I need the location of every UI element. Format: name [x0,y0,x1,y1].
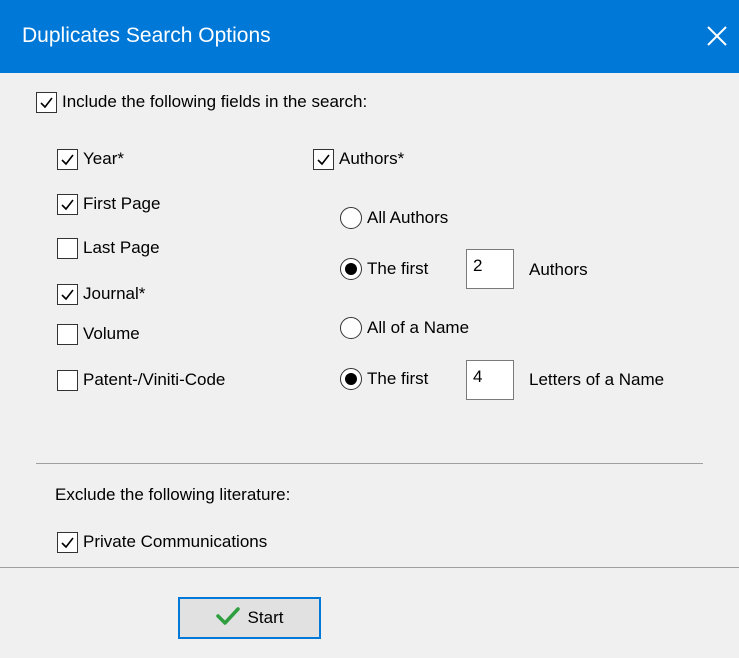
checkbox-box [313,148,334,170]
all-authors-label: All Authors [367,208,449,227]
window-title: Duplicates Search Options [22,24,271,47]
all-of-name-label: All of a Name [367,318,470,337]
first-page-checkbox[interactable]: First Page [57,191,160,217]
private-communications-label: Private Communications [83,532,268,551]
start-button-label: Start [247,608,284,627]
all-authors-radio[interactable]: All Authors [340,205,448,231]
radio-circle [340,207,362,229]
first-n-authors-label: The first [367,259,429,278]
start-button[interactable]: Start [178,597,321,639]
checkbox-box [57,369,78,391]
checkbox-box [57,193,78,215]
all-of-name-radio[interactable]: All of a Name [340,315,469,341]
private-communications-checkbox[interactable]: Private Communications [57,529,267,555]
authors-count-input[interactable]: 2 [466,249,514,289]
patent-viniti-code-checkbox[interactable]: Patent-/Viniti-Code [57,367,225,393]
include-fields-label: Include the following fields in the sear… [62,92,368,111]
letters-count-input[interactable]: 4 [466,360,514,400]
letters-suffix-label: Letters of a Name [529,370,665,389]
journal-checkbox[interactable]: Journal* [57,281,145,307]
first-page-label: First Page [83,194,161,213]
journal-label: Journal* [83,284,146,303]
authors-label: Authors* [339,149,405,168]
first-n-authors-radio[interactable]: The first [340,256,428,282]
section-divider [36,463,703,464]
authors-suffix-label: Authors [529,260,588,279]
checkbox-box [57,531,78,553]
radio-circle [340,368,362,390]
exclude-label: Exclude the following literature: [55,485,291,504]
duplicates-search-dialog: Duplicates Search Options Include the fo… [0,0,739,658]
volume-label: Volume [83,324,140,343]
checkbox-box [57,283,78,305]
first-n-letters-radio[interactable]: The first [340,366,428,392]
patent-viniti-code-label: Patent-/Viniti-Code [83,370,226,389]
checkbox-box [36,91,57,113]
year-label: Year* [83,149,124,168]
title-bar: Duplicates Search Options [0,0,739,73]
authors-checkbox[interactable]: Authors* [313,146,404,172]
checkmark-icon [215,606,240,631]
last-page-checkbox[interactable]: Last Page [57,235,160,261]
checkbox-box [57,148,78,170]
year-checkbox[interactable]: Year* [57,146,124,172]
checkbox-box [57,323,78,345]
close-icon[interactable] [693,21,739,67]
include-fields-checkbox[interactable]: Include the following fields in the sear… [36,89,367,115]
last-page-label: Last Page [83,238,160,257]
volume-checkbox[interactable]: Volume [57,321,140,347]
checkbox-box [57,237,78,259]
first-n-letters-label: The first [367,369,429,388]
footer-divider [0,567,739,568]
radio-circle [340,317,362,339]
radio-circle [340,258,362,280]
